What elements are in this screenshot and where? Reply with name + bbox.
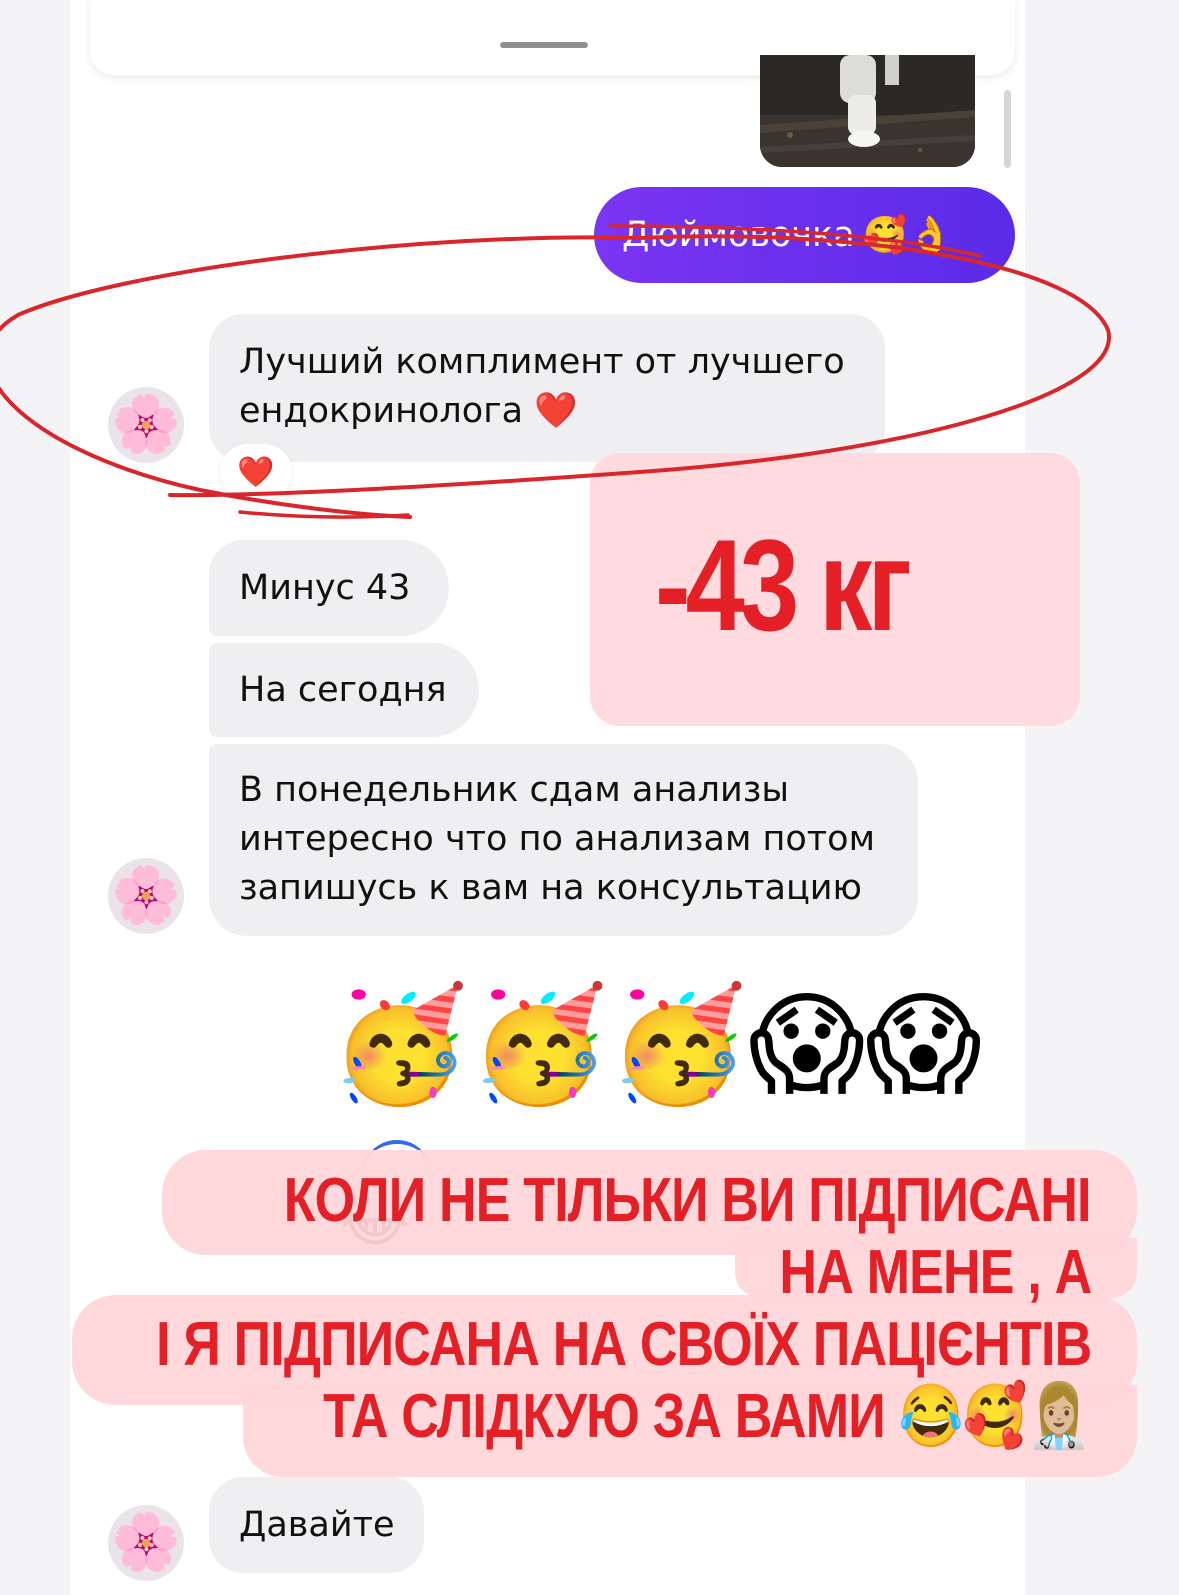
outgoing-message-bubble[interactable]: Дюймовочка 🥰👌 [594, 187, 1015, 283]
heart-icon: ❤️ [237, 454, 275, 490]
photo-content [760, 55, 975, 167]
flower-avatar-icon: 🌸 [111, 392, 181, 457]
avatar[interactable]: 🌸 [108, 387, 184, 463]
avatar[interactable]: 🌸 [108, 858, 184, 934]
scrollbar[interactable] [1004, 90, 1011, 168]
message-text-line: Лучший комплимент от лучшего [239, 342, 845, 382]
outgoing-message-text: Дюймовочка [622, 215, 855, 255]
avatar[interactable]: 🌸 [108, 1505, 184, 1581]
message-text: На сегодня [239, 669, 447, 710]
message-text-line: интересно что по анализам потом [239, 819, 875, 859]
message-bubble[interactable]: Давайте [209, 1477, 424, 1573]
message-text: Давайте [239, 1504, 395, 1545]
caption-line: НА МЕНЕ , А [779, 1238, 1092, 1307]
drag-handle[interactable] [500, 42, 588, 48]
message-bubble[interactable]: На сегодня [209, 643, 479, 737]
message-text-line: ендокринолога ❤️ [239, 391, 578, 431]
shared-photo[interactable] [760, 55, 975, 167]
outgoing-emojis: 🥰👌 [862, 215, 953, 256]
message-text-line: запишусь к вам на консультацию [239, 868, 863, 908]
caption-line: КОЛИ НЕ ТІЛЬКИ ВИ ПІДПИСАНІ [284, 1166, 1092, 1235]
caption-line: І Я ПІДПИСАНА НА СВОЇХ ПАЦІЄНТІВ [155, 1310, 1092, 1379]
emoji-reaction-text: 🥳🥳🥳😱😱 [330, 980, 982, 1110]
emoji-message[interactable]: 🥳🥳🥳😱😱 [330, 975, 1020, 1115]
message-bubble[interactable]: В понедельник сдам анализы интересно что… [209, 744, 918, 936]
weight-overlay-label: -43 кг [655, 512, 912, 658]
heart-reaction[interactable]: ❤️ [220, 444, 292, 500]
message-bubble[interactable]: Лучший комплимент от лучшего ендокриноло… [209, 314, 885, 462]
message-text-line: В понедельник сдам анализы [239, 770, 790, 810]
message-text: Минус 43 [239, 567, 411, 608]
message-bubble[interactable]: Минус 43 [209, 540, 449, 636]
caption-line: ТА СЛІДКУЮ ЗА ВАМИ 😂🥰👩🏼‍⚕️ [323, 1382, 1092, 1451]
flower-avatar-icon: 🌸 [111, 1510, 181, 1575]
flower-avatar-icon: 🌸 [111, 863, 181, 928]
